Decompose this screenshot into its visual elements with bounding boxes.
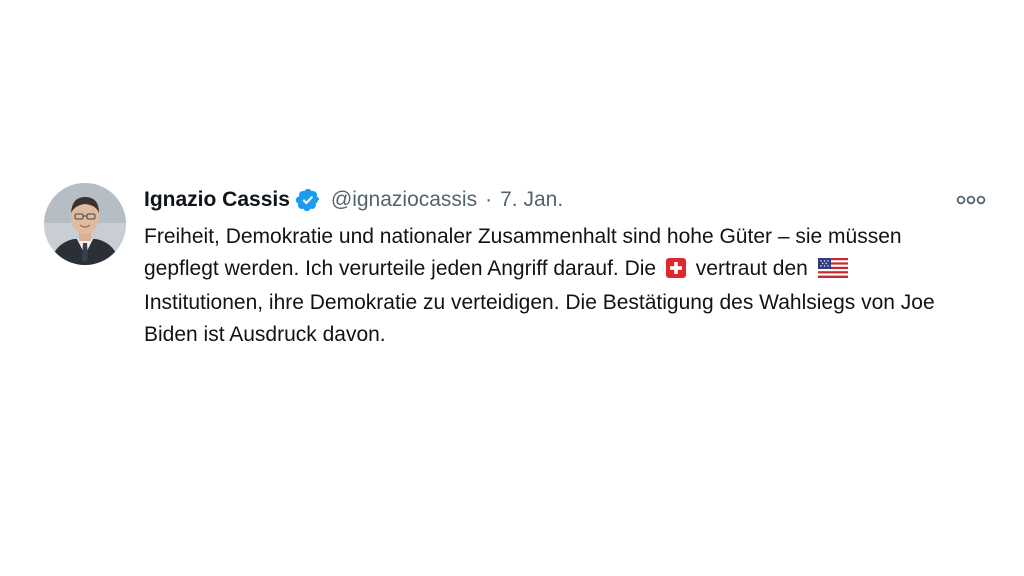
more-options-icon[interactable] [956,193,986,207]
author-handle[interactable]: @ignaziocassis [331,188,477,212]
us-flag-icon [817,256,848,288]
tweet-header: Ignazio Cassis @ignaziocassis · 7. Jan. [144,183,974,217]
tweet-card[interactable]: Ignazio Cassis @ignaziocassis · 7. Jan. … [44,183,992,353]
tweet-text-part2: vertraut den [695,256,808,280]
swiss-flag-icon [665,256,686,288]
avatar-photo [44,183,126,265]
tweet-text: Freiheit, Demokratie und nationaler Zusa… [144,221,944,350]
verified-badge-icon [295,187,321,213]
tweet-text-part3: Institutionen, ihre Demokratie zu vertei… [144,291,935,346]
author-name[interactable]: Ignazio Cassis [144,188,290,212]
avatar[interactable] [44,183,126,265]
tweet-content: Ignazio Cassis @ignaziocassis · 7. Jan. … [144,183,974,350]
separator-dot: · [485,188,493,211]
tweet-date[interactable]: 7. Jan. [500,188,563,212]
